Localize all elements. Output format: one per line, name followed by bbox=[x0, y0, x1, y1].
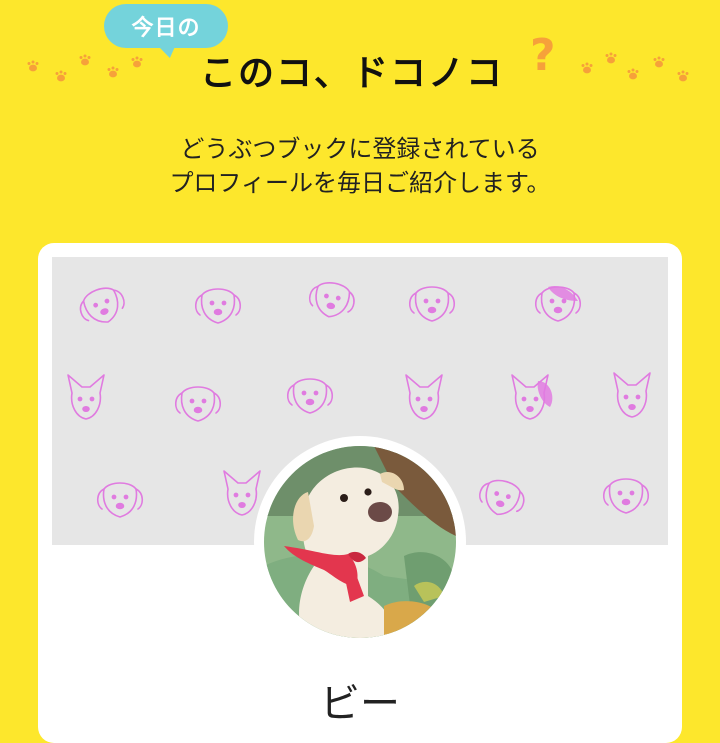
intro-line-1: どうぶつブックに登録されている bbox=[180, 135, 540, 163]
paw-prints-left bbox=[20, 50, 150, 90]
paw-print-icon bbox=[27, 54, 143, 82]
profile-name: ビー bbox=[320, 681, 400, 727]
bubble-tail bbox=[156, 44, 180, 58]
avatar-frame[interactable] bbox=[254, 436, 466, 648]
question-mark-accent: ? bbox=[530, 30, 556, 81]
profile-card[interactable]: ビー bbox=[38, 243, 682, 743]
avatar[interactable] bbox=[264, 446, 456, 638]
today-bubble: 今日の bbox=[104, 4, 228, 48]
paw-print-icon bbox=[581, 52, 689, 82]
dog-photo bbox=[264, 446, 456, 638]
today-bubble-text: 今日の bbox=[131, 16, 201, 41]
intro-text: どうぶつブックに登録されている プロフィールを毎日ご紹介します。 bbox=[0, 132, 720, 200]
intro-line-2: プロフィールを毎日ご紹介します。 bbox=[169, 169, 551, 197]
paw-prints-right bbox=[578, 50, 708, 90]
page-title: このコ、ドコノコ bbox=[200, 44, 504, 96]
title-text: このコ、ドコノコ bbox=[200, 53, 505, 94]
header: 今日の このコ、ドコノコ ? bbox=[0, 0, 720, 110]
